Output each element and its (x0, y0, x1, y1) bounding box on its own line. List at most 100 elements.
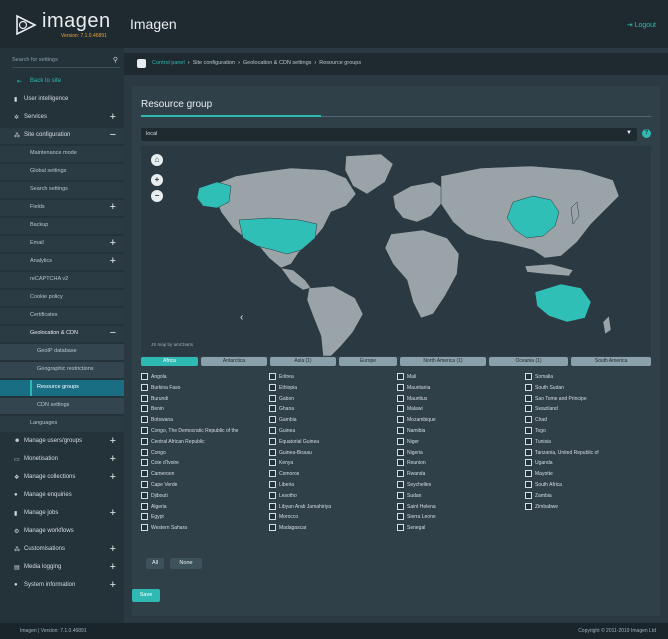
expand-icon[interactable]: + (110, 471, 116, 483)
sidebar-item-geolocation-cdn[interactable]: Geolocation & CDN − (0, 326, 124, 342)
sidebar-item-media-logging[interactable]: ▤ Media logging + (0, 560, 124, 576)
checkbox[interactable] (269, 373, 276, 380)
country-checkbox-row[interactable]: Rwanda (397, 470, 522, 479)
help-icon[interactable]: ? (642, 129, 651, 138)
sidebar-item-site-configuration[interactable]: ⁂ Site configuration − (0, 128, 124, 144)
country-checkbox-row[interactable]: Madagascar (269, 524, 394, 533)
checkbox[interactable] (269, 524, 276, 532)
checkbox[interactable] (269, 491, 276, 499)
checkbox[interactable] (525, 459, 532, 467)
settings-search-input[interactable]: Search for settings ⚲ (12, 55, 120, 68)
sidebar-item-analytics[interactable]: Analytics + (0, 254, 124, 270)
country-checkbox-row[interactable]: Central African Republic (141, 437, 266, 447)
select-none-button[interactable]: None (170, 558, 202, 569)
country-checkbox-row[interactable]: Ethiopia (269, 383, 394, 393)
checkbox[interactable] (525, 481, 532, 488)
sidebar-item-backup[interactable]: Backup (0, 218, 124, 234)
country-checkbox-row[interactable]: Sao Tome and Principe (525, 394, 650, 404)
checkbox[interactable] (525, 394, 532, 402)
map-back-arrow-icon[interactable]: ‹ (240, 312, 243, 323)
country-checkbox-row[interactable]: Congo (141, 448, 266, 458)
collapse-icon[interactable]: − (110, 327, 116, 339)
country-checkbox-row[interactable]: Ghana (269, 405, 394, 414)
bookmark-icon[interactable] (137, 59, 146, 68)
tab-oceania[interactable]: Oceania (1) (489, 357, 568, 366)
map-credit[interactable]: JS map by amCharts (151, 342, 193, 347)
country-checkbox-row[interactable]: Western Sahara (141, 524, 266, 533)
country-checkbox-row[interactable]: Equatorial Guinea (269, 437, 394, 447)
checkbox[interactable] (397, 459, 404, 467)
country-checkbox-row[interactable]: Lesotho (269, 491, 394, 501)
checkbox[interactable] (141, 491, 148, 499)
tab-africa[interactable]: Africa (141, 357, 198, 366)
country-checkbox-row[interactable]: Egypt (141, 513, 266, 522)
country-checkbox-row[interactable]: Burundi (141, 394, 266, 404)
checkbox[interactable] (525, 427, 532, 434)
country-checkbox-row[interactable]: Eritrea (269, 373, 394, 382)
checkbox[interactable] (141, 513, 148, 521)
breadcrumb-geolocation-cdn-settings[interactable]: Geolocation & CDN settings (243, 60, 311, 66)
checkbox[interactable] (525, 373, 532, 380)
checkbox[interactable] (141, 405, 148, 413)
checkbox[interactable] (397, 513, 404, 521)
sidebar-item-maintenance-mode[interactable]: Maintenance mode (0, 146, 124, 162)
checkbox[interactable] (525, 470, 532, 478)
checkbox[interactable] (141, 373, 148, 380)
country-checkbox-row[interactable]: Burkina Faso (141, 383, 266, 393)
expand-icon[interactable]: + (110, 255, 116, 267)
checkbox[interactable] (525, 416, 532, 424)
country-checkbox-row[interactable]: Chad (525, 416, 650, 425)
checkbox[interactable] (525, 448, 532, 456)
save-button[interactable]: Save (132, 589, 160, 602)
country-checkbox-row[interactable]: Botswana (141, 416, 266, 425)
checkbox[interactable] (525, 405, 532, 413)
checkbox[interactable] (141, 481, 148, 488)
tab-north-america[interactable]: North America (1) (400, 357, 486, 366)
sidebar-item-manage-enquiries[interactable]: ● Manage enquiries (0, 488, 124, 504)
country-checkbox-row[interactable]: Algeria (141, 502, 266, 512)
zoom-out-icon[interactable]: − (151, 190, 163, 202)
country-checkbox-row[interactable]: Seychelles (397, 481, 522, 490)
expand-icon[interactable]: + (110, 561, 116, 573)
checkbox[interactable] (141, 448, 148, 456)
sidebar-item-resource-groups[interactable]: Resource groups (0, 380, 124, 396)
checkbox[interactable] (141, 524, 148, 532)
expand-icon[interactable]: + (110, 543, 116, 555)
country-checkbox-row[interactable]: Guinea-Bissau (269, 448, 394, 458)
resource-group-select[interactable]: local ▼ (141, 128, 637, 141)
country-checkbox-row[interactable]: South Sudan (525, 383, 650, 393)
country-checkbox-row[interactable]: Mauritius (397, 394, 522, 404)
country-checkbox-row[interactable]: Kenya (269, 459, 394, 468)
checkbox[interactable] (397, 481, 404, 488)
sidebar-item-user-intelligence[interactable]: ▮ User intelligence (0, 92, 124, 108)
country-checkbox-row[interactable]: Senegal (397, 524, 522, 533)
checkbox[interactable] (397, 394, 404, 402)
country-checkbox-row[interactable]: Mayotte (525, 470, 650, 479)
country-checkbox-row[interactable]: Cameroon (141, 470, 266, 479)
sidebar-item-search-settings[interactable]: Search settings (0, 182, 124, 198)
sidebar-item-manage-users-groups[interactable]: ☻ Manage users/groups + (0, 434, 124, 450)
tab-south-america[interactable]: South America (571, 357, 651, 366)
checkbox[interactable] (397, 437, 404, 445)
checkbox[interactable] (397, 405, 404, 413)
sidebar-item-services[interactable]: ✲ Services + (0, 110, 124, 126)
country-checkbox-row[interactable]: Liberia (269, 481, 394, 490)
sidebar-item-cookie-policy[interactable]: Cookie policy (0, 290, 124, 306)
tab-asia[interactable]: Asia (1) (270, 357, 336, 366)
checkbox[interactable] (525, 437, 532, 445)
sidebar-item-manage-collections[interactable]: ❖ Manage collections + (0, 470, 124, 486)
country-checkbox-row[interactable]: Niger (397, 437, 522, 447)
checkbox[interactable] (397, 416, 404, 424)
country-checkbox-row[interactable]: Tunisia (525, 437, 650, 447)
home-icon[interactable]: ⌂ (151, 154, 163, 166)
country-checkbox-row[interactable]: Swaziland (525, 405, 650, 414)
checkbox[interactable] (269, 470, 276, 478)
checkbox[interactable] (269, 437, 276, 445)
checkbox[interactable] (269, 383, 276, 391)
checkbox[interactable] (525, 383, 532, 391)
search-icon[interactable]: ⚲ (113, 56, 118, 64)
checkbox[interactable] (525, 491, 532, 499)
tab-europe[interactable]: Europe (339, 357, 397, 366)
country-checkbox-row[interactable]: Uganda (525, 459, 650, 468)
checkbox[interactable] (397, 383, 404, 391)
